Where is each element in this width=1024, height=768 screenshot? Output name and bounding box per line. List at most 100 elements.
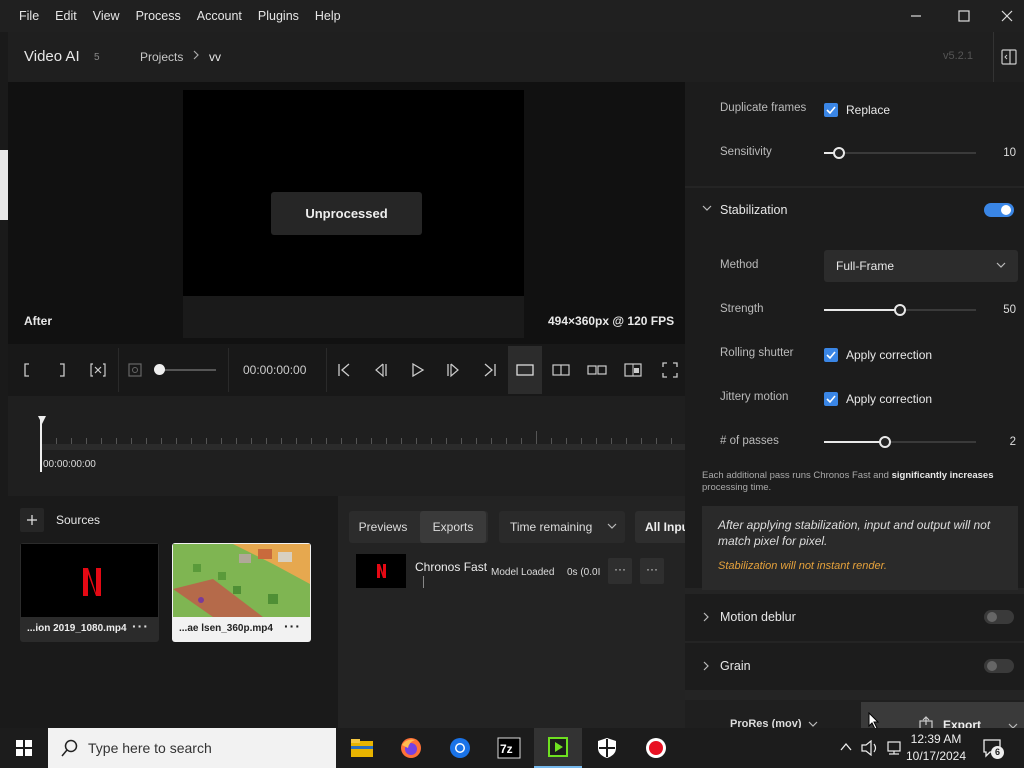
export-options-button[interactable]: ···	[608, 558, 632, 584]
ruler-tick	[56, 438, 57, 444]
menu-file[interactable]: File	[11, 0, 47, 32]
fullscreen-icon	[662, 362, 678, 378]
sensitivity-slider[interactable]	[824, 147, 976, 159]
mark-out-button[interactable]	[50, 358, 74, 382]
chrome-icon	[450, 738, 470, 758]
export-more-button[interactable]: ···	[640, 558, 664, 584]
side-by-side-button[interactable]	[585, 358, 609, 382]
jittery-motion-checkbox[interactable]	[824, 392, 838, 406]
checkmark-icon	[826, 395, 836, 404]
clear-marks-button[interactable]	[86, 358, 110, 382]
passes-label: # of passes	[720, 435, 779, 447]
slider-knob[interactable]	[833, 147, 846, 159]
source-card[interactable]: ...ae lsen_360p.mp4 ···	[172, 543, 311, 642]
ruler-tick	[221, 438, 222, 444]
source-thumbnail	[21, 544, 158, 617]
motion-deblur-title[interactable]: Motion deblur	[720, 610, 796, 624]
menu-account[interactable]: Account	[189, 0, 250, 32]
rolling-shutter-checkbox[interactable]	[824, 348, 838, 362]
play-button[interactable]	[405, 358, 429, 382]
taskbar-search[interactable]: Type here to search	[48, 728, 336, 768]
ruler-tick	[446, 438, 447, 444]
menu-view[interactable]: View	[85, 0, 128, 32]
go-to-end-button[interactable]	[477, 358, 501, 382]
chevron-right-icon[interactable]	[702, 661, 710, 671]
slider-knob[interactable]	[878, 436, 891, 448]
single-view-button[interactable]	[508, 346, 542, 394]
chevron-right-icon	[193, 50, 199, 60]
source-card[interactable]: ...ion 2019_1080.mp4 ···	[20, 543, 159, 642]
sources-title: Sources	[56, 513, 101, 527]
passes-slider[interactable]	[824, 436, 976, 448]
taskbar-clock[interactable]: 12:39 AM 10/17/2024	[896, 731, 976, 765]
start-button[interactable]	[0, 728, 48, 768]
grain-toggle[interactable]	[984, 659, 1014, 673]
volume-icon[interactable]	[861, 740, 879, 756]
taskbar-security[interactable]	[583, 728, 631, 768]
timeline[interactable]: 00:00:00:00	[8, 396, 685, 496]
export-time: 0s (0.0I	[567, 567, 601, 578]
motion-deblur-toggle[interactable]	[984, 610, 1014, 624]
strength-slider[interactable]	[824, 304, 976, 316]
rolling-shutter-option: Apply correction	[846, 348, 933, 362]
menu-help[interactable]: Help	[307, 0, 349, 32]
taskbar-recorder[interactable]	[632, 728, 680, 768]
next-frame-button[interactable]	[441, 358, 465, 382]
export-button[interactable]: Export	[861, 702, 1024, 728]
previous-frame-button[interactable]	[369, 358, 393, 382]
taskbar-video-ai[interactable]	[534, 728, 582, 768]
taskbar-7zip[interactable]: 7z	[485, 728, 533, 768]
stabilization-toggle[interactable]	[984, 203, 1014, 217]
version-label: v5.2.1	[943, 50, 973, 62]
menu-process[interactable]: Process	[128, 0, 189, 32]
notification-center-button[interactable]: 6	[982, 738, 1004, 759]
tab-exports[interactable]: Exports	[420, 511, 486, 543]
ruler-tick	[326, 438, 327, 444]
fullscreen-button[interactable]	[658, 358, 682, 382]
divider	[228, 348, 229, 392]
chevron-up-icon[interactable]	[840, 742, 852, 752]
source-more-button[interactable]: ···	[132, 618, 149, 634]
settings-panel: Duplicate frames Replace Sensitivity 10 …	[685, 82, 1024, 728]
source-more-button[interactable]: ···	[284, 618, 301, 634]
format-dropdown[interactable]: ProRes (mov)	[685, 700, 861, 728]
chevron-down-icon[interactable]	[702, 205, 712, 213]
breadcrumb-projects[interactable]: Projects	[140, 50, 183, 64]
export-row[interactable]: Chronos Fast Model Loaded 0s (0.0I ··· ·…	[356, 554, 676, 590]
stabilization-warning: Stabilization will not instant render.	[718, 560, 887, 572]
replace-checkbox[interactable]	[824, 103, 838, 117]
maximize-button[interactable]	[941, 0, 987, 32]
taskbar-file-explorer[interactable]	[338, 728, 386, 768]
method-dropdown[interactable]: Full-Frame	[824, 250, 1018, 282]
unprocessed-badge: Unprocessed	[271, 192, 422, 235]
grain-title[interactable]: Grain	[720, 659, 751, 673]
taskbar-chrome[interactable]	[436, 728, 484, 768]
ruler-tick	[461, 438, 462, 444]
add-source-button[interactable]	[20, 508, 44, 532]
video-frame-lower	[183, 296, 524, 338]
zoom-fit-button[interactable]	[123, 358, 147, 382]
strength-label: Strength	[720, 303, 764, 315]
chevron-right-icon[interactable]	[702, 612, 710, 622]
zoom-slider-track[interactable]	[158, 369, 216, 371]
go-to-start-button[interactable]	[333, 358, 357, 382]
video-ai-icon	[548, 737, 568, 757]
sort-dropdown[interactable]: Time remaining	[499, 511, 625, 543]
tab-previews[interactable]: Previews	[349, 511, 417, 543]
slider-knob[interactable]	[894, 304, 906, 316]
clear-range-icon	[90, 363, 106, 377]
close-button[interactable]	[989, 0, 1024, 32]
mark-in-button[interactable]	[15, 358, 39, 382]
menu-plugins[interactable]: Plugins	[250, 0, 307, 32]
taskbar-firefox[interactable]	[387, 728, 435, 768]
input-filter-dropdown[interactable]: All Inputs	[635, 511, 685, 543]
menu-edit[interactable]: Edit	[47, 0, 85, 32]
stabilization-title[interactable]: Stabilization	[720, 203, 787, 217]
minimize-button[interactable]	[893, 0, 939, 32]
skip-end-icon	[484, 363, 496, 377]
panel-toggle-button[interactable]	[993, 32, 1024, 82]
compare-button[interactable]	[621, 358, 645, 382]
split-view-button[interactable]	[549, 358, 573, 382]
zoom-slider-knob[interactable]	[154, 364, 165, 375]
playhead[interactable]	[40, 420, 42, 472]
